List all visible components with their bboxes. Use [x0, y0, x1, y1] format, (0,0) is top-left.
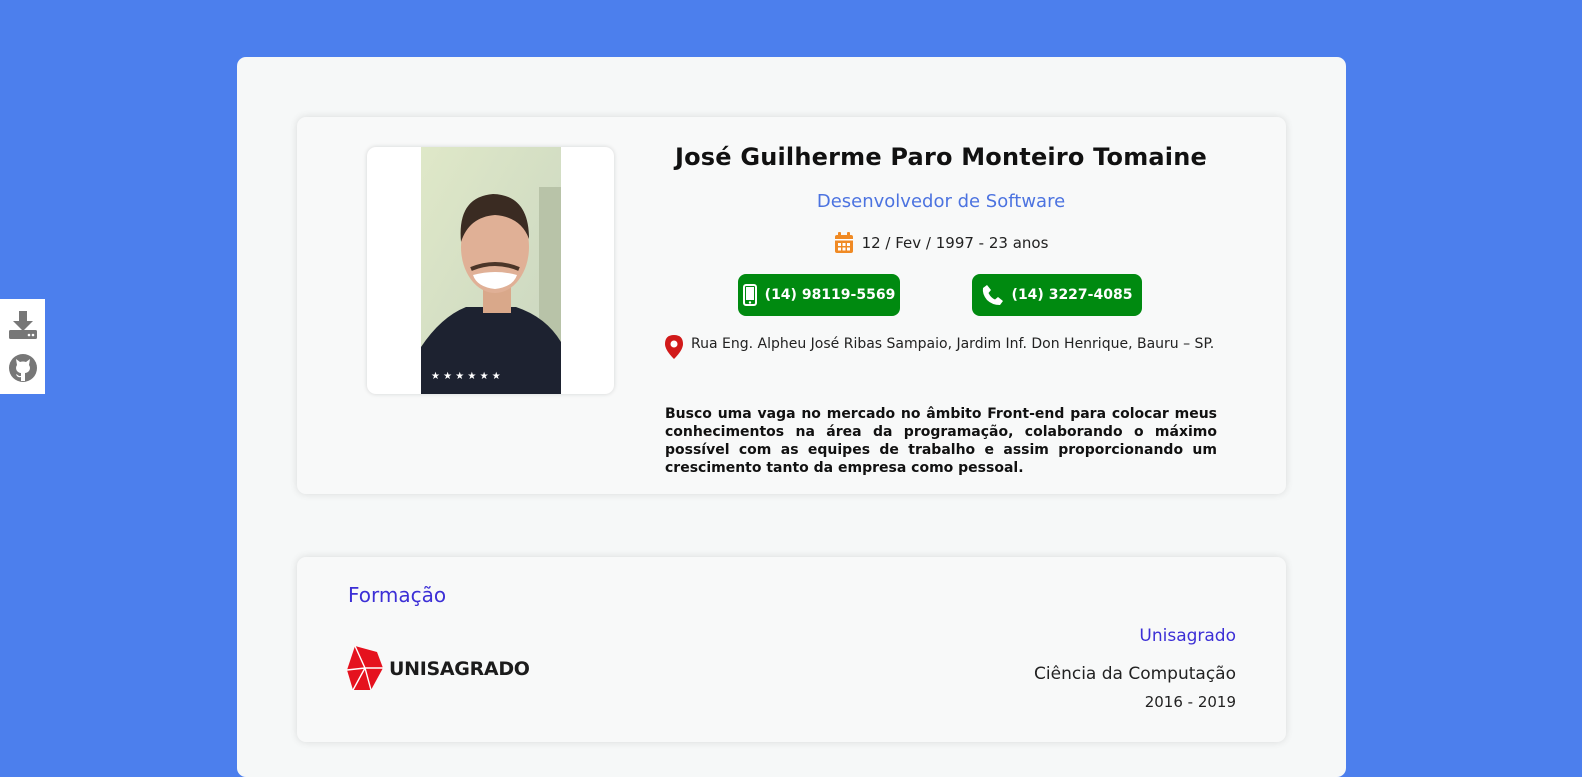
- about-text: Busco uma vaga no mercado no âmbito Fron…: [665, 406, 1217, 476]
- mobile-phone-button[interactable]: (14) 98119-5569: [738, 274, 900, 316]
- unisagrado-logo-mark: [347, 646, 383, 691]
- phone-icon: [982, 285, 1003, 305]
- github-icon: [8, 353, 37, 382]
- education-card: Formação UNISAGRADO Unisagrado Ciência d…: [297, 557, 1286, 742]
- profile-card: ★ ★ ★ ★ ★ ★ José Guilherme Paro Monteiro…: [297, 117, 1286, 494]
- resume-sheet: ★ ★ ★ ★ ★ ★ José Guilherme Paro Monteiro…: [237, 57, 1346, 777]
- landline-phone-number: (14) 3227-4085: [1011, 287, 1133, 303]
- location-pin-icon: [665, 335, 683, 359]
- education-school: Unisagrado: [1139, 626, 1236, 646]
- profile-name: José Guilherme Paro Monteiro Tomaine: [674, 143, 1207, 171]
- mobile-phone-number: (14) 98119-5569: [764, 287, 896, 303]
- education-years: 2016 - 2019: [1144, 693, 1236, 711]
- address-row: Rua Eng. Alpheu José Ribas Sampaio, Jard…: [665, 335, 1217, 359]
- birth-date-row: 12 / Fev / 1997 - 23 anos: [665, 232, 1217, 254]
- education-title: Formação: [348, 583, 447, 607]
- profile-photo-frame: ★ ★ ★ ★ ★ ★: [367, 147, 614, 394]
- education-course: Ciência da Computação: [1034, 664, 1236, 684]
- svg-text:★ ★ ★ ★ ★ ★: ★ ★ ★ ★ ★ ★: [431, 371, 501, 382]
- side-dock: [0, 299, 45, 394]
- download-button[interactable]: [7, 309, 39, 341]
- profile-photo: ★ ★ ★ ★ ★ ★: [421, 147, 561, 394]
- download-icon: [8, 311, 37, 340]
- mobile-phone-icon: [742, 284, 757, 306]
- unisagrado-logo-text: UNISAGRADO: [389, 658, 530, 680]
- calendar-icon: [834, 232, 853, 253]
- unisagrado-logo: UNISAGRADO: [347, 646, 530, 692]
- github-button[interactable]: [7, 352, 39, 384]
- landline-phone-button[interactable]: (14) 3227-4085: [972, 274, 1142, 316]
- profile-role: Desenvolvedor de Software: [816, 191, 1066, 212]
- address-text: Rua Eng. Alpheu José Ribas Sampaio, Jard…: [691, 336, 1215, 352]
- phone-buttons: (14) 98119-5569 (14) 3227-4085: [665, 274, 1217, 316]
- birth-date-text: 12 / Fev / 1997 - 23 anos: [861, 234, 1049, 252]
